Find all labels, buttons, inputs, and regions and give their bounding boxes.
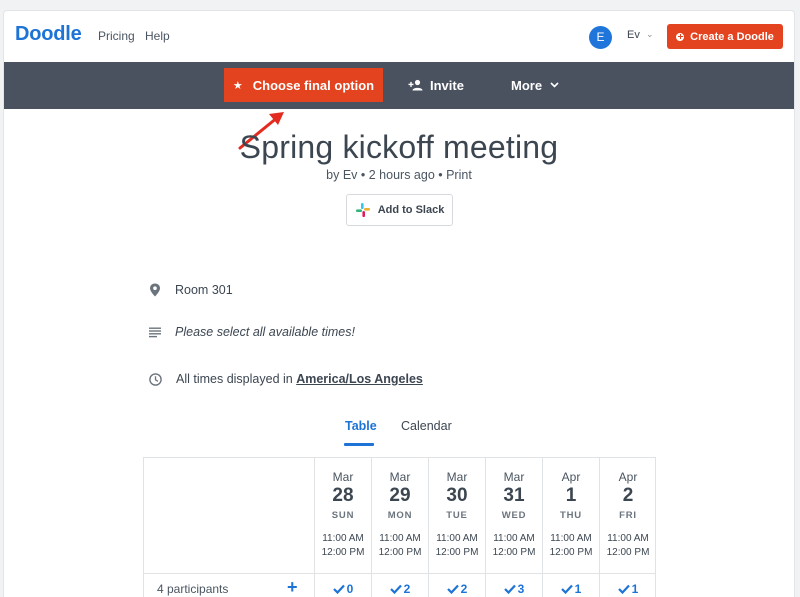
column-vote-count: 2 bbox=[429, 582, 485, 596]
invite-button[interactable]: Invite bbox=[408, 68, 464, 102]
column-vote-count: 2 bbox=[372, 582, 428, 596]
column-end-time: 12:00 PM bbox=[321, 547, 365, 558]
user-avatar[interactable]: E bbox=[589, 26, 612, 49]
column-month: Mar bbox=[332, 470, 354, 484]
top-header: Doodle Pricing Help E Ev ⌄ Create a Dood… bbox=[4, 11, 794, 62]
tab-table-active-indicator bbox=[344, 443, 374, 446]
tab-calendar[interactable]: Calendar bbox=[401, 419, 452, 433]
date-column[interactable]: Mar 28 SUN 11:00 AM 12:00 PM 0 bbox=[314, 458, 371, 597]
column-end-time: 12:00 PM bbox=[549, 547, 593, 558]
column-end-time: 12:00 PM bbox=[606, 547, 650, 558]
column-day: 31 bbox=[503, 485, 525, 506]
plus-circle-icon bbox=[676, 32, 685, 41]
date-column[interactable]: Mar 30 TUE 11:00 AM 12:00 PM 2 bbox=[428, 458, 485, 597]
column-weekday: THU bbox=[560, 510, 582, 521]
tab-table[interactable]: Table bbox=[345, 419, 377, 433]
column-end-time: 12:00 PM bbox=[378, 547, 422, 558]
create-doodle-label: Create a Doodle bbox=[690, 30, 774, 43]
date-column[interactable]: Apr 1 THU 11:00 AM 12:00 PM 1 bbox=[542, 458, 599, 597]
timezone-link[interactable]: America/Los Angeles bbox=[296, 372, 423, 386]
column-month: Apr bbox=[618, 470, 638, 484]
create-doodle-button[interactable]: Create a Doodle bbox=[667, 24, 783, 49]
column-start-time: 11:00 AM bbox=[493, 533, 535, 544]
nav-pricing-link[interactable]: Pricing bbox=[98, 29, 135, 43]
column-day: 30 bbox=[446, 485, 468, 506]
column-month: Mar bbox=[389, 470, 411, 484]
choose-final-option-button[interactable]: ★ Choose final option bbox=[224, 68, 383, 102]
participants-count: 4 participants bbox=[157, 582, 229, 596]
description-text: Please select all available times! bbox=[175, 325, 355, 339]
vote-count-value: 3 bbox=[517, 582, 525, 596]
column-weekday: WED bbox=[501, 510, 527, 521]
description-row: Please select all available times! bbox=[149, 325, 355, 339]
column-month: Mar bbox=[446, 470, 468, 484]
timezone-row: All times displayed in America/Los Angel… bbox=[149, 372, 423, 386]
invite-label: Invite bbox=[430, 77, 464, 93]
add-to-slack-button[interactable]: Add to Slack bbox=[346, 194, 453, 226]
add-to-slack-label: Add to Slack bbox=[377, 204, 445, 216]
column-start-time: 11:00 AM bbox=[322, 533, 364, 544]
timezone-prefix: All times displayed in bbox=[176, 372, 293, 386]
star-icon: ★ bbox=[232, 79, 243, 92]
column-weekday: SUN bbox=[331, 510, 355, 521]
poll-toolbar: ★ Choose final option Invite More bbox=[4, 62, 794, 109]
user-name[interactable]: Ev bbox=[627, 29, 640, 41]
column-vote-count: 0 bbox=[315, 582, 371, 596]
column-day: 28 bbox=[332, 485, 354, 506]
vote-count-value: 0 bbox=[346, 582, 354, 596]
column-vote-count: 1 bbox=[600, 582, 656, 596]
doodle-logo[interactable]: Doodle bbox=[15, 23, 82, 46]
nav-help-link[interactable]: Help bbox=[145, 29, 170, 43]
column-start-time: 11:00 AM bbox=[436, 533, 478, 544]
vote-count-value: 2 bbox=[403, 582, 411, 596]
column-weekday: MON bbox=[387, 510, 413, 521]
location-text: Room 301 bbox=[175, 283, 233, 297]
location-row: Room 301 bbox=[149, 283, 233, 297]
more-label: More bbox=[511, 77, 543, 93]
check-icon bbox=[560, 584, 573, 594]
column-month: Mar bbox=[503, 470, 525, 484]
chevron-down-icon bbox=[550, 82, 559, 88]
poll-title: Spring kickoff meeting bbox=[239, 129, 559, 165]
text-lines-icon bbox=[149, 327, 161, 337]
column-weekday: TUE bbox=[446, 510, 468, 521]
add-person-icon bbox=[408, 79, 423, 91]
date-column[interactable]: Mar 31 WED 11:00 AM 12:00 PM 3 bbox=[485, 458, 542, 597]
slack-icon bbox=[355, 203, 370, 217]
choose-final-option-label: Choose final option bbox=[252, 77, 375, 93]
column-end-time: 12:00 PM bbox=[435, 547, 479, 558]
column-day: 2 bbox=[622, 485, 634, 506]
poll-byline: by Ev • 2 hours ago • Print bbox=[326, 168, 472, 182]
column-day: 1 bbox=[565, 485, 577, 506]
add-participant-button[interactable]: + bbox=[287, 577, 298, 597]
poll-table: 4 participants + Mar 28 SUN 11:00 AM 12:… bbox=[143, 457, 656, 597]
user-menu-chevron-icon[interactable]: ⌄ bbox=[646, 29, 654, 40]
column-vote-count: 3 bbox=[486, 582, 542, 596]
vote-count-value: 2 bbox=[460, 582, 468, 596]
column-day: 29 bbox=[389, 485, 411, 506]
more-menu-button[interactable]: More bbox=[511, 68, 559, 102]
date-column[interactable]: Mar 29 MON 11:00 AM 12:00 PM 2 bbox=[371, 458, 428, 597]
check-icon bbox=[332, 584, 345, 594]
vote-count-value: 1 bbox=[574, 582, 582, 596]
column-vote-count: 1 bbox=[543, 582, 599, 596]
app-window: Doodle Pricing Help E Ev ⌄ Create a Dood… bbox=[3, 10, 795, 597]
column-weekday: FRI bbox=[619, 510, 637, 521]
check-icon bbox=[503, 584, 516, 594]
clock-icon bbox=[149, 372, 162, 386]
check-icon bbox=[617, 584, 630, 594]
column-start-time: 11:00 AM bbox=[607, 533, 649, 544]
check-icon bbox=[446, 584, 459, 594]
check-icon bbox=[389, 584, 402, 594]
column-month: Apr bbox=[561, 470, 581, 484]
date-column[interactable]: Apr 2 FRI 11:00 AM 12:00 PM 1 bbox=[599, 458, 656, 597]
column-start-time: 11:00 AM bbox=[379, 533, 421, 544]
column-end-time: 12:00 PM bbox=[492, 547, 536, 558]
column-start-time: 11:00 AM bbox=[550, 533, 592, 544]
map-pin-icon bbox=[150, 283, 160, 297]
vote-count-value: 1 bbox=[631, 582, 639, 596]
